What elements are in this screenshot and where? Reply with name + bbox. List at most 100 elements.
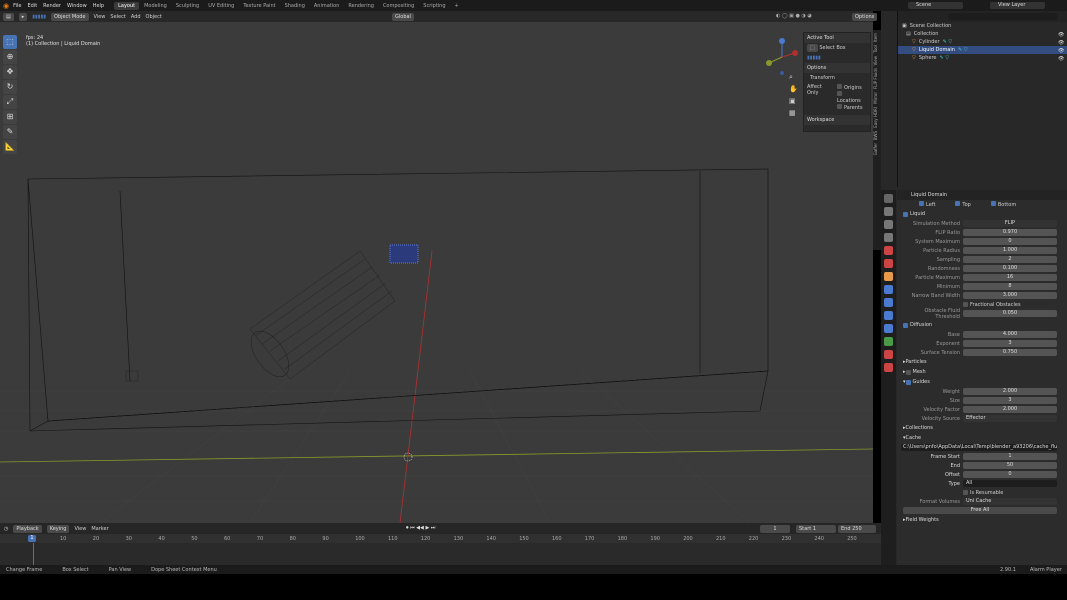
scale-tool-icon[interactable]: ⤢ [3, 95, 17, 109]
render-icon[interactable] [884, 207, 893, 216]
view-layer-icon[interactable] [884, 233, 893, 242]
rotate-tool-icon[interactable]: ↻ [3, 80, 17, 94]
menu-edit[interactable]: Edit [27, 3, 37, 9]
cache-path-input[interactable]: C:\Users\pnfo\AppData\Local\Temp\blender… [901, 444, 1057, 451]
particles-icon[interactable] [884, 298, 893, 307]
tab-view[interactable]: View [873, 56, 878, 66]
tab-modeling[interactable]: Modeling [140, 2, 171, 10]
locations-checkbox[interactable]: Locations [837, 91, 867, 104]
measure-tool-icon[interactable]: 📐 [3, 140, 17, 154]
outliner-cylinder[interactable]: ▽ Cylinder ✎ ▽ [898, 38, 1067, 46]
physics-icon[interactable] [884, 311, 893, 320]
cursor-tool-icon[interactable]: ⊕ [3, 50, 17, 64]
menu-help[interactable]: Help [93, 3, 104, 9]
tab-scripting[interactable]: Scripting [419, 2, 449, 10]
playback-controls[interactable]: ⏺ ⏮ ◀◀ ▶ ⏭ [406, 525, 435, 531]
resumable-checkbox[interactable]: Is Resumable [897, 488, 1067, 497]
select-box-icon[interactable]: ⬚ [807, 44, 818, 52]
outliner-collection[interactable]: ▤ Collection [898, 30, 1067, 38]
tab-animation[interactable]: Animation [310, 2, 344, 10]
add-workspace-button[interactable]: + [451, 2, 463, 10]
bottom-checkbox[interactable]: Bottom [990, 201, 1016, 208]
grid-icon[interactable]: ▦ [789, 109, 799, 121]
transform-header[interactable]: Transform [804, 73, 870, 83]
camera-icon[interactable]: ▣ [789, 97, 799, 109]
overlay-icons[interactable]: ◐ ◯ ▣ ● ◑ ◕ [776, 13, 812, 19]
tab-item[interactable]: Item [873, 33, 878, 42]
select-mode-row[interactable]: ▮▮▮▮▮ [804, 53, 870, 63]
timeline-view-menu[interactable]: View [74, 526, 86, 532]
tab-tool[interactable]: Tool [873, 45, 878, 53]
collections-section[interactable]: ▸ Collections [897, 423, 1067, 433]
tab-uv-editing[interactable]: UV Editing [204, 2, 238, 10]
tab-layout[interactable]: Layout [114, 1, 140, 10]
active-tool-header[interactable]: Active Tool [804, 33, 870, 43]
annotate-tool-icon[interactable]: ✎ [3, 125, 17, 139]
type-dropdown[interactable]: All [963, 480, 1057, 487]
outliner-sphere[interactable]: ▽ Sphere ✎ ▽ [898, 54, 1067, 62]
tab-bws[interactable]: BWS [873, 131, 878, 140]
diffusion-section[interactable]: Diffusion [897, 320, 1067, 330]
free-all-button[interactable]: Free All [903, 507, 1057, 514]
field-weights-section[interactable]: ▸ Field Weights [897, 515, 1067, 525]
end-frame-field[interactable]: End 250 [838, 525, 876, 533]
tab-texture-paint[interactable]: Texture Paint [239, 2, 279, 10]
origins-checkbox[interactable]: Origins [837, 84, 867, 91]
outliner-scene-collection[interactable]: ▣ Scene Collection [898, 22, 1067, 30]
3d-viewport[interactable]: fps: 24 (1) Collection | Liquid Domain ⌕… [0, 11, 873, 523]
tab-gaffer[interactable]: Gaffer [873, 143, 878, 155]
select-mode-icon[interactable]: ▸ [18, 12, 28, 21]
pan-hand-icon[interactable]: ✋ [789, 85, 799, 97]
liquid-section[interactable]: Liquid [897, 209, 1067, 219]
viewport-menu-select[interactable]: Select [110, 14, 125, 20]
timeline-ruler[interactable]: 1 10 20 30 40 50 60 70 80 90 100 110 120 130 140 150 16… [0, 534, 881, 543]
output-icon[interactable] [884, 220, 893, 229]
top-checkbox[interactable]: Top [955, 201, 971, 208]
editor-type-icon[interactable]: ▤ [3, 12, 14, 21]
guides-section[interactable]: ▾ Guides [897, 377, 1067, 387]
left-checkbox[interactable]: Left [919, 201, 935, 208]
select-box-tool-icon[interactable]: ⬚ [3, 35, 17, 49]
timeline-editor-icon[interactable]: ◷ [4, 526, 8, 532]
playhead-indicator[interactable]: 1 [28, 535, 36, 542]
move-tool-icon[interactable]: ✥ [3, 65, 17, 79]
menu-window[interactable]: Window [67, 3, 87, 9]
modifier-icon[interactable] [884, 285, 893, 294]
viewport-menu-object[interactable]: Object [146, 14, 162, 20]
orientation-dropdown[interactable]: Global [392, 13, 414, 21]
playback-menu[interactable]: Playback [13, 524, 42, 533]
outliner-liquid-domain[interactable]: ▽ Liquid Domain ✎ ▽ [898, 46, 1067, 54]
tab-compositing[interactable]: Compositing [379, 2, 418, 10]
cache-section[interactable]: ▾ Cache [897, 433, 1067, 443]
constraints-icon[interactable] [884, 324, 893, 333]
workspace-header[interactable]: Workspace [804, 115, 870, 125]
object-mode-dropdown[interactable]: Object Mode [51, 12, 89, 21]
world-icon[interactable] [884, 259, 893, 268]
visibility-eye-icons[interactable]: 👁 👁 👁 👁 [1058, 31, 1064, 63]
scene-icon[interactable] [884, 246, 893, 255]
keying-menu[interactable]: Keying [46, 524, 70, 533]
select-modes[interactable]: ▮▮▮▮▮ [32, 14, 46, 20]
tab-easy-hdri[interactable]: Easy HDRI [873, 107, 878, 128]
menu-render[interactable]: Render [43, 3, 61, 9]
object-icon[interactable] [884, 272, 893, 281]
tool-icon[interactable] [884, 194, 893, 203]
options-dropdown[interactable]: Options [852, 13, 878, 21]
start-frame-field[interactable]: Start 1 [796, 525, 836, 533]
tab-shading[interactable]: Shading [281, 2, 309, 10]
menu-file[interactable]: File [13, 3, 21, 9]
transform-tool-icon[interactable]: ⊞ [3, 110, 17, 124]
zoom-icon[interactable]: ⌕ [789, 73, 799, 85]
parents-checkbox[interactable]: Parents [837, 104, 867, 111]
scene-selector[interactable]: Scene [908, 2, 963, 9]
view-layer-selector[interactable]: View Layer [990, 2, 1045, 9]
current-frame-field[interactable]: 1 [760, 525, 790, 533]
sim-method-dropdown[interactable]: FLIP [963, 220, 1057, 227]
texture-icon[interactable] [884, 363, 893, 372]
material-icon[interactable] [884, 350, 893, 359]
particles-section[interactable]: ▸ Particles [897, 357, 1067, 367]
data-icon[interactable] [884, 337, 893, 346]
navigation-gizmo[interactable] [765, 37, 800, 77]
marker-menu[interactable]: Marker [91, 526, 108, 532]
tab-mirror[interactable]: Mirror [873, 92, 878, 104]
